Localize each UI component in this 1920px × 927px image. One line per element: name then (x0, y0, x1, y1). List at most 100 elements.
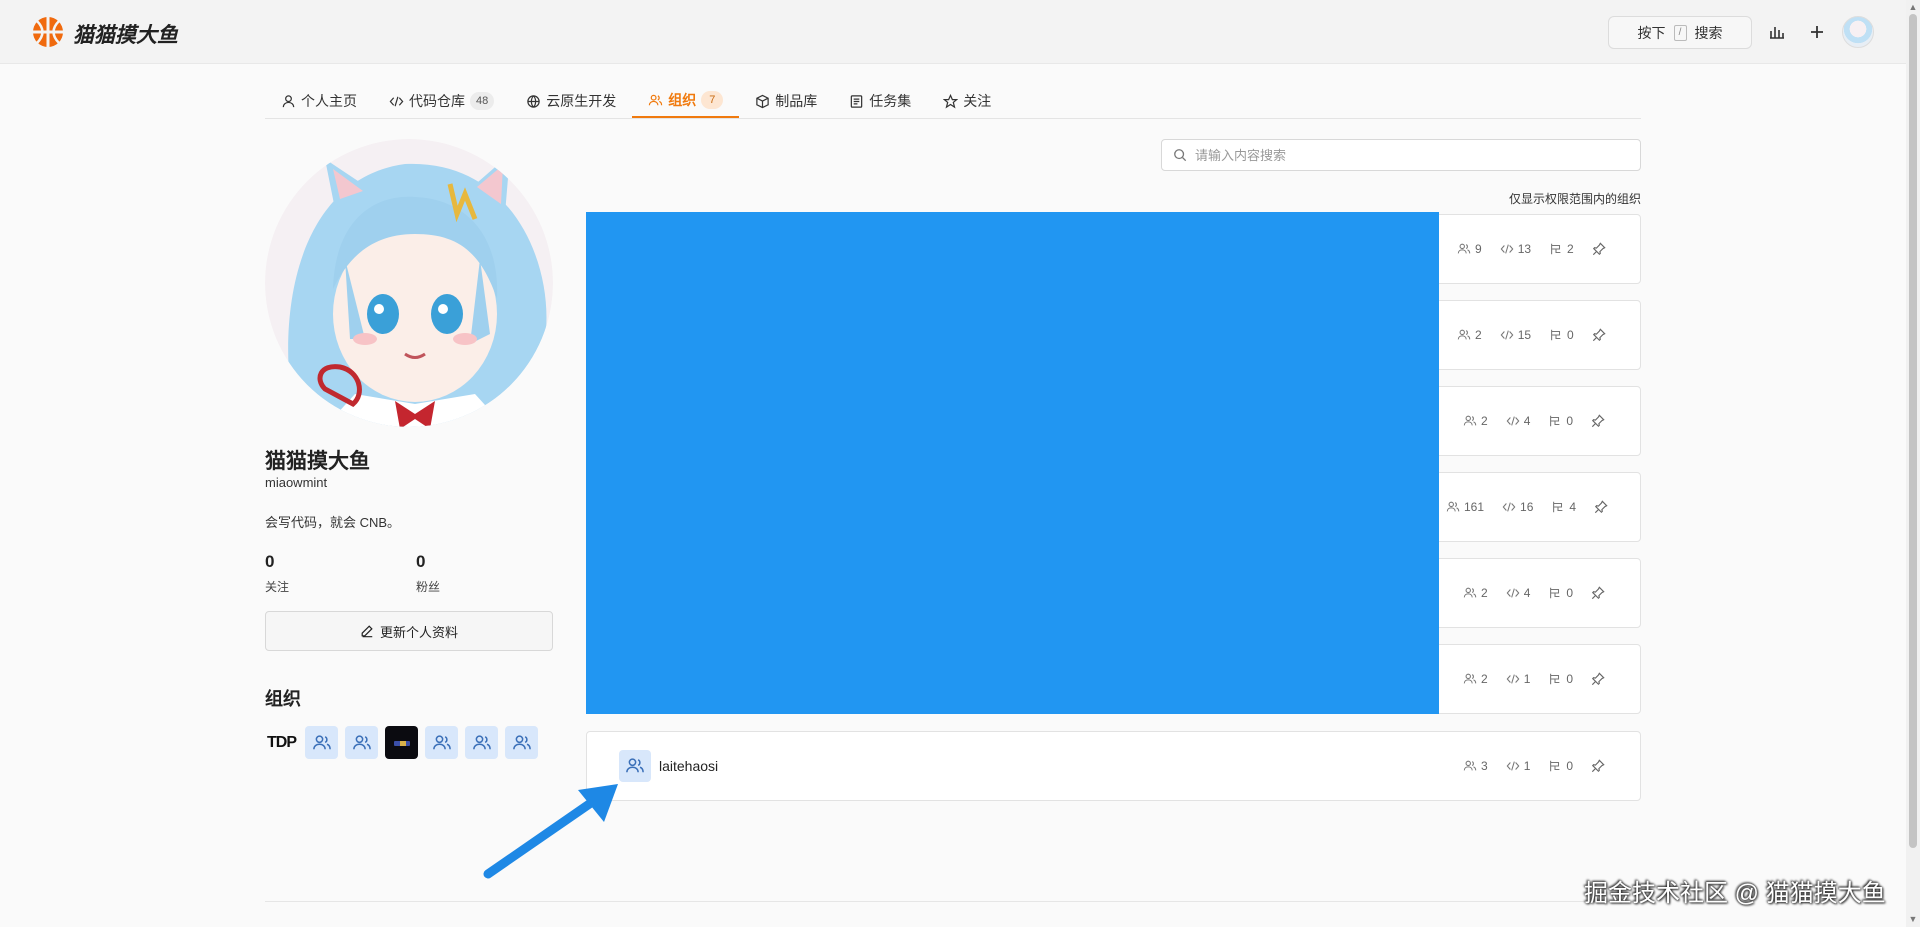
search-press-label: 按下 (1637, 24, 1666, 41)
missions-stat: 0 (1548, 759, 1573, 773)
tab-label: 组织 (668, 92, 697, 108)
scroll-up-icon[interactable]: ▲ (1908, 2, 1918, 12)
missions-count: 0 (1566, 672, 1574, 686)
plus-icon[interactable] (1807, 22, 1827, 42)
user-avatar[interactable] (1842, 16, 1874, 48)
missions-stat: 2 (1549, 242, 1574, 256)
org-search-box[interactable] (1161, 139, 1641, 171)
org-avatar[interactable] (345, 726, 378, 759)
code-icon (1506, 674, 1520, 684)
following-count[interactable]: 0 (265, 552, 274, 572)
profile-tabs: 个人主页 代码仓库 48 云原生开发 组织 7 制品库 任务集 关注 (265, 84, 1641, 119)
group-icon (1446, 501, 1460, 512)
scroll-thumb[interactable] (1909, 14, 1917, 848)
chart-icon[interactable] (1767, 22, 1787, 42)
repos-count: 13 (1517, 242, 1532, 256)
pin-icon[interactable] (1591, 759, 1605, 773)
tab-label: 个人主页 (301, 93, 357, 109)
package-icon (756, 94, 769, 108)
missions-count: 0 (1567, 328, 1574, 342)
group-icon (432, 734, 451, 749)
repos-stat: 1 (1506, 759, 1530, 773)
tab-packages[interactable]: 制品库 (739, 84, 833, 118)
pin-icon[interactable] (1591, 586, 1605, 600)
page-scrollbar[interactable]: ▲ ▼ (1906, 0, 1920, 927)
tab-following[interactable]: 关注 (927, 84, 1007, 118)
orgs-section-title: 组织 (265, 689, 301, 709)
tab-count-badge: 48 (470, 92, 495, 110)
tab-cloud-native[interactable]: 云原生开发 (510, 84, 632, 118)
missions-stat: 0 (1548, 672, 1573, 686)
profile-avatar[interactable] (265, 139, 553, 427)
tab-label: 制品库 (775, 93, 818, 109)
following-label[interactable]: 关注 (265, 578, 289, 595)
org-avatar[interactable] (425, 726, 458, 759)
org-avatar[interactable] (305, 726, 338, 759)
followers-label[interactable]: 粉丝 (416, 578, 440, 595)
org-logo-dark[interactable] (385, 726, 418, 759)
missions-stat: 0 (1548, 586, 1573, 600)
mission-icon (1550, 415, 1560, 427)
profile-bio: 会写代码，就会 CNB。 (265, 515, 401, 530)
edit-profile-label: 更新个人资料 (379, 624, 458, 640)
members-count: 3 (1481, 759, 1488, 773)
org-search-input[interactable] (1195, 147, 1615, 163)
group-icon (472, 734, 491, 749)
edit-icon (361, 625, 373, 638)
group-icon (1463, 760, 1477, 771)
group-icon (1463, 587, 1477, 598)
code-icon (1506, 416, 1520, 426)
mission-icon (1553, 501, 1563, 513)
repos-stat: 16 (1502, 500, 1533, 514)
search-icon (1174, 149, 1187, 162)
logo-icon[interactable] (32, 16, 64, 48)
org-avatar[interactable] (505, 726, 538, 759)
repos-stat: 15 (1500, 328, 1531, 342)
footer-divider (265, 901, 1641, 902)
edit-profile-button[interactable]: 更新个人资料 (265, 611, 553, 651)
missions-count: 0 (1566, 759, 1574, 773)
global-search-button[interactable]: 按下 / 搜索 (1608, 16, 1752, 49)
user-icon (282, 94, 295, 107)
tab-count-badge: 7 (701, 91, 724, 109)
pin-icon[interactable] (1591, 414, 1605, 428)
members-stat: 3 (1463, 759, 1488, 773)
repos-count: 4 (1523, 586, 1531, 600)
missions-count: 0 (1566, 414, 1574, 428)
tab-label: 关注 (963, 93, 992, 109)
org-card-laitehaosi[interactable]: laitehaosi 3 1 0 (586, 731, 1641, 801)
tab-missions[interactable]: 任务集 (833, 84, 927, 118)
repos-stat: 1 (1506, 672, 1530, 686)
followers-count[interactable]: 0 (416, 552, 425, 572)
org-name[interactable]: laitehaosi (659, 758, 718, 774)
repos-stat: 13 (1500, 242, 1531, 256)
repos-stat: 4 (1506, 414, 1530, 428)
members-stat: 2 (1463, 414, 1488, 428)
members-count: 2 (1481, 672, 1488, 686)
repos-count: 15 (1517, 328, 1532, 342)
group-icon (1457, 329, 1471, 340)
missions-stat: 0 (1549, 328, 1574, 342)
tab-repos[interactable]: 代码仓库 48 (373, 84, 510, 118)
tab-orgs[interactable]: 组织 7 (632, 84, 740, 118)
scope-note: 仅显示权限范围内的组织 (1508, 192, 1641, 206)
pin-icon[interactable] (1591, 672, 1605, 686)
missions-stat: 0 (1548, 414, 1573, 428)
pin-icon[interactable] (1594, 500, 1608, 514)
scroll-down-icon[interactable]: ▼ (1908, 914, 1918, 924)
group-icon (1457, 243, 1471, 254)
pin-icon[interactable] (1592, 328, 1606, 342)
watermark: 掘金技术社区 @ 猫猫摸大鱼 (1584, 880, 1886, 907)
pin-icon[interactable] (1592, 242, 1606, 256)
org-avatar[interactable] (465, 726, 498, 759)
missions-stat: 4 (1551, 500, 1576, 514)
org-logo-tdp[interactable]: TDP (265, 726, 298, 759)
missions-count: 4 (1569, 500, 1577, 514)
brand-name[interactable]: 猫猫摸大鱼 (73, 19, 178, 49)
code-icon (1506, 588, 1520, 598)
tab-home[interactable]: 个人主页 (265, 84, 373, 118)
mission-icon (1550, 587, 1560, 599)
members-count: 2 (1475, 328, 1482, 342)
members-count: 2 (1481, 586, 1488, 600)
members-stat: 9 (1457, 242, 1482, 256)
